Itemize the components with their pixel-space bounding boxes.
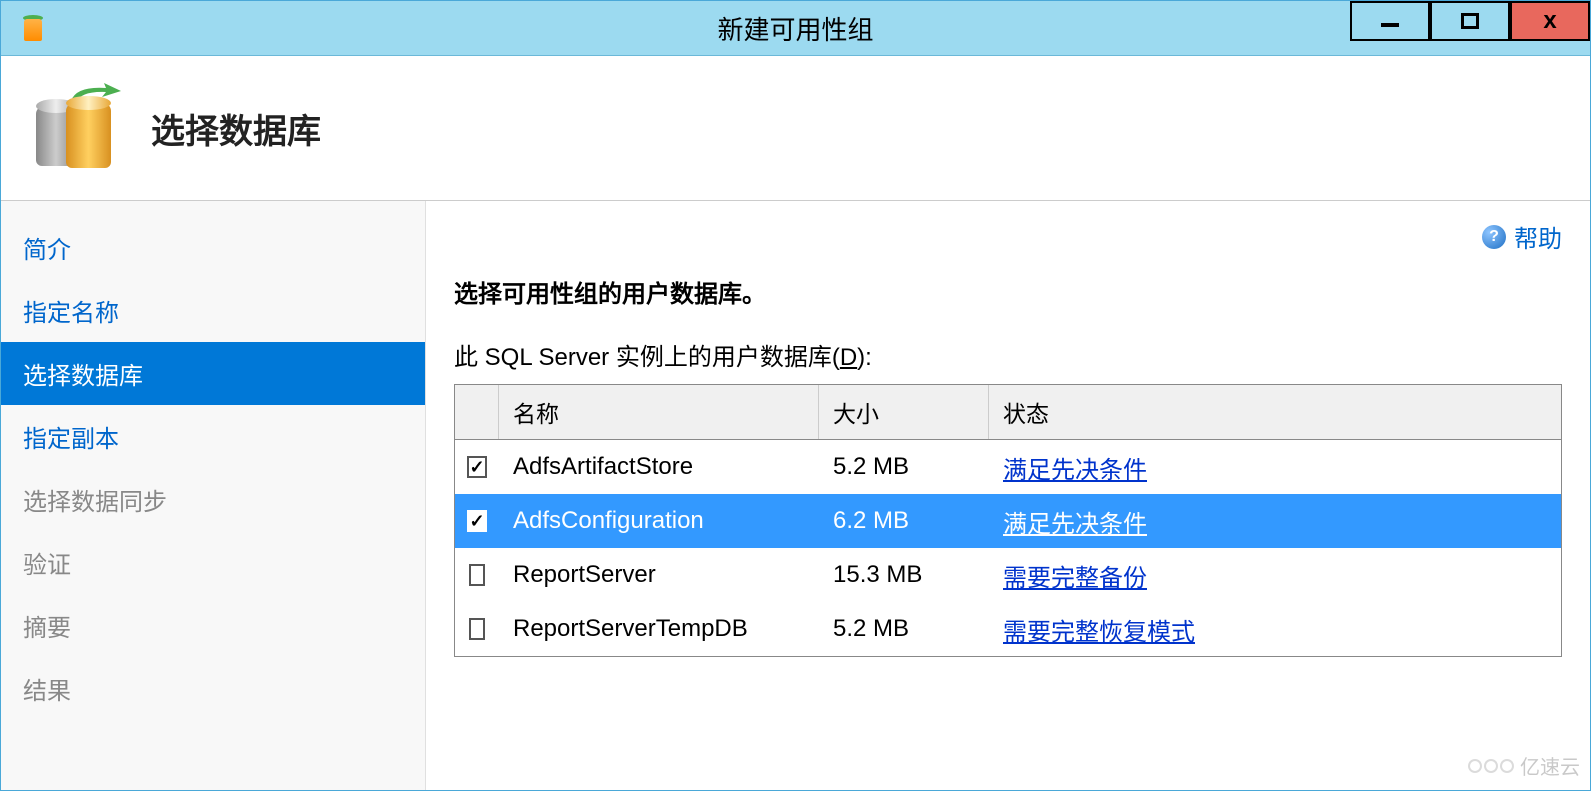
minimize-icon [1381,23,1399,27]
maximize-button[interactable] [1430,1,1510,41]
row-checkbox[interactable] [469,564,485,586]
cell-size: 15.3 MB [819,551,989,599]
maximize-icon [1461,13,1479,29]
help-link[interactable]: ? 帮助 [1482,219,1562,254]
minimize-button[interactable] [1350,1,1430,41]
sidebar-item-specify-name[interactable]: 指定名称 [1,279,425,342]
close-button[interactable]: x [1510,1,1590,41]
sidebar-item-label: 选择数据同步 [23,489,167,516]
wizard-steps-sidebar: 简介 指定名称 选择数据库 指定副本 选择数据同步 验证 摘要 结果 [1,201,426,790]
cell-size: 6.2 MB [819,497,989,545]
content-area: 简介 指定名称 选择数据库 指定副本 选择数据同步 验证 摘要 结果 ? 帮助 … [1,201,1590,790]
sidebar-item-label: 指定名称 [23,300,119,327]
table-header: 名称 大小 状态 [455,385,1561,440]
watermark: 亿速云 [1468,751,1580,780]
window-controls: x [1350,1,1590,41]
table-label: 此 SQL Server 实例上的用户数据库(D): [454,337,1562,372]
main-panel: ? 帮助 选择可用性组的用户数据库。 此 SQL Server 实例上的用户数据… [426,201,1590,790]
row-checkbox[interactable] [467,510,486,532]
window-title: 新建可用性组 [717,10,873,47]
column-header-checkbox[interactable] [455,385,499,439]
close-icon: x [1543,7,1556,35]
cell-size: 5.2 MB [819,443,989,491]
wizard-window: 新建可用性组 x 选择数据库 简介 指定名称 选择数据库 指定副本 选择数据同步… [0,0,1591,791]
sidebar-item-select-databases[interactable]: 选择数据库 [1,342,425,405]
wizard-header: 选择数据库 [1,56,1590,201]
cell-name: ReportServer [499,551,819,599]
database-group-icon [31,88,121,168]
page-title: 选择数据库 [151,104,321,153]
sidebar-item-data-sync: 选择数据同步 [1,468,425,531]
databases-table: 名称 大小 状态 AdfsArtifactStore 5.2 MB 满足先决条件… [454,384,1562,657]
status-link[interactable]: 满足先决条件 [1003,457,1147,484]
app-icon [16,13,46,43]
row-checkbox[interactable] [467,456,486,478]
table-row[interactable]: AdfsArtifactStore 5.2 MB 满足先决条件 [455,440,1561,494]
titlebar: 新建可用性组 x [1,1,1590,56]
watermark-text: 亿速云 [1520,751,1580,780]
sidebar-item-label: 摘要 [23,615,71,642]
column-header-size[interactable]: 大小 [819,385,989,439]
sidebar-item-label: 选择数据库 [23,363,143,390]
sidebar-item-validation: 验证 [1,531,425,594]
sidebar-item-specify-replicas[interactable]: 指定副本 [1,405,425,468]
watermark-icon [1468,759,1514,773]
table-row[interactable]: ReportServerTempDB 5.2 MB 需要完整恢复模式 [455,602,1561,656]
status-link[interactable]: 需要完整备份 [1003,565,1147,592]
sidebar-item-summary: 摘要 [1,594,425,657]
sidebar-item-results: 结果 [1,657,425,720]
sidebar-item-label: 指定副本 [23,426,119,453]
section-title: 选择可用性组的用户数据库。 [454,274,1562,309]
status-link[interactable]: 满足先决条件 [1003,511,1147,538]
status-link[interactable]: 需要完整恢复模式 [1003,619,1195,646]
sidebar-item-label: 简介 [23,237,71,264]
help-icon: ? [1482,225,1506,249]
cell-name: AdfsArtifactStore [499,443,819,491]
cell-size: 5.2 MB [819,605,989,653]
row-checkbox[interactable] [469,618,485,640]
help-label: 帮助 [1514,219,1562,254]
sidebar-item-label: 验证 [23,552,71,579]
column-header-status[interactable]: 状态 [989,385,1561,439]
cell-name: ReportServerTempDB [499,605,819,653]
cell-name: AdfsConfiguration [499,497,819,545]
table-row[interactable]: ReportServer 15.3 MB 需要完整备份 [455,548,1561,602]
column-header-name[interactable]: 名称 [499,385,819,439]
sidebar-item-label: 结果 [23,678,71,705]
sidebar-item-intro[interactable]: 简介 [1,216,425,279]
table-row[interactable]: AdfsConfiguration 6.2 MB 满足先决条件 [455,494,1561,548]
